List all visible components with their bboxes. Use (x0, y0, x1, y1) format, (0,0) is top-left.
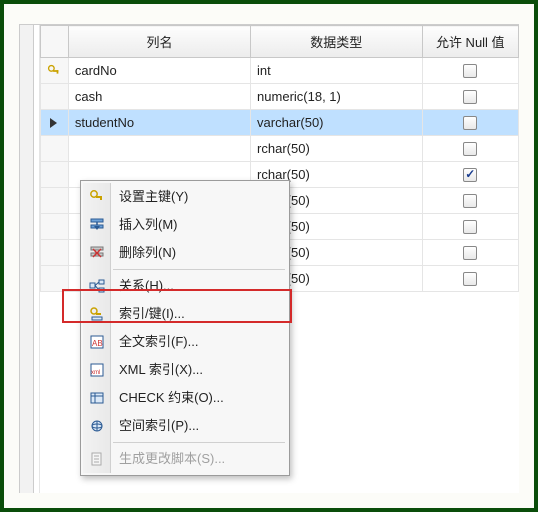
menu-item-label: 全文索引(F)... (119, 334, 198, 349)
menu-separator (113, 442, 285, 443)
window-frame: 列名 数据类型 允许 Null 值 cardNointcashnumeric(1… (0, 0, 538, 512)
menu-item-relation[interactable]: 关系(H)... (83, 272, 287, 300)
relation-icon (87, 276, 107, 296)
header-allow-null[interactable]: 允许 Null 值 (422, 26, 518, 58)
allow-null-checkbox[interactable] (463, 272, 477, 286)
cell-allow-null[interactable] (422, 136, 518, 162)
svg-text:AB: AB (92, 339, 103, 348)
cell-datatype[interactable]: varchar(50) (251, 110, 422, 136)
menu-item-insert[interactable]: 插入列(M) (83, 211, 287, 239)
fulltext-icon: AB (87, 332, 107, 352)
menu-item-delete[interactable]: 删除列(N) (83, 239, 287, 267)
menu-item-check[interactable]: CHECK 约束(O)... (83, 384, 287, 412)
delete-icon (87, 243, 107, 263)
cell-allow-null[interactable] (422, 214, 518, 240)
allow-null-checkbox[interactable] (463, 142, 477, 156)
xml-icon: xml (87, 360, 107, 380)
row-gutter[interactable] (41, 84, 69, 110)
menu-item-label: 生成更改脚本(S)... (119, 451, 225, 466)
allow-null-checkbox[interactable] (463, 90, 477, 104)
row-gutter[interactable] (41, 110, 69, 136)
allow-null-checkbox[interactable] (463, 246, 477, 260)
cell-column-name[interactable] (68, 136, 250, 162)
check-icon (87, 388, 107, 408)
row-gutter[interactable] (41, 214, 69, 240)
cell-datatype[interactable]: int (251, 58, 422, 84)
insert-icon (87, 215, 107, 235)
table-designer-panel: 列名 数据类型 允许 Null 值 cardNointcashnumeric(1… (19, 24, 519, 493)
menu-item-label: 插入列(M) (119, 217, 178, 232)
row-gutter[interactable] (41, 162, 69, 188)
cell-allow-null[interactable] (422, 266, 518, 292)
table-row[interactable]: studentNovarchar(50) (41, 110, 519, 136)
cell-column-name[interactable]: studentNo (68, 110, 250, 136)
cell-datatype[interactable]: rchar(50) (251, 136, 422, 162)
cell-allow-null[interactable] (422, 240, 518, 266)
row-pointer-icon (41, 117, 68, 129)
table-row[interactable]: cardNoint (41, 58, 519, 84)
context-menu: 设置主键(Y) 插入列(M) 删除列(N) 关系(H)... 索引/键(I)... AB 全… (80, 180, 290, 476)
menu-item-script: 生成更改脚本(S)... (83, 445, 287, 473)
menu-item-label: CHECK 约束(O)... (119, 390, 224, 405)
spatial-icon (87, 416, 107, 436)
menu-item-index[interactable]: 索引/键(I)... (83, 300, 287, 328)
header-row: 列名 数据类型 允许 Null 值 (41, 26, 519, 58)
left-strip (20, 25, 34, 493)
allow-null-checkbox[interactable] (463, 116, 477, 130)
cell-allow-null[interactable] (422, 58, 518, 84)
menu-item-label: 关系(H)... (119, 278, 174, 293)
menu-item-fulltext[interactable]: AB 全文索引(F)... (83, 328, 287, 356)
cell-column-name[interactable]: cash (68, 84, 250, 110)
menu-item-label: 空间索引(P)... (119, 418, 199, 433)
menu-item-label: XML 索引(X)... (119, 362, 203, 377)
cell-allow-null[interactable] (422, 110, 518, 136)
menu-item-xml[interactable]: xml XML 索引(X)... (83, 356, 287, 384)
header-gutter (41, 26, 69, 58)
allow-null-checkbox[interactable] (463, 220, 477, 234)
key-icon (87, 187, 107, 207)
cell-column-name[interactable]: cardNo (68, 58, 250, 84)
cell-allow-null[interactable] (422, 188, 518, 214)
row-gutter[interactable] (41, 136, 69, 162)
allow-null-checkbox[interactable] (463, 194, 477, 208)
row-gutter[interactable] (41, 240, 69, 266)
menu-item-label: 索引/键(I)... (119, 306, 185, 321)
cell-datatype[interactable]: numeric(18, 1) (251, 84, 422, 110)
menu-separator (113, 269, 285, 270)
allow-null-checkbox[interactable] (463, 168, 477, 182)
table-row[interactable]: rchar(50) (41, 136, 519, 162)
table-row[interactable]: cashnumeric(18, 1) (41, 84, 519, 110)
row-gutter[interactable] (41, 266, 69, 292)
header-column-name[interactable]: 列名 (68, 26, 250, 58)
row-gutter[interactable] (41, 188, 69, 214)
menu-item-label: 设置主键(Y) (119, 189, 188, 204)
cell-allow-null[interactable] (422, 162, 518, 188)
script-icon (87, 449, 107, 469)
allow-null-checkbox[interactable] (463, 64, 477, 78)
menu-item-spatial[interactable]: 空间索引(P)... (83, 412, 287, 440)
svg-text:xml: xml (91, 370, 100, 376)
primary-key-icon (41, 64, 68, 78)
index-icon (87, 304, 107, 324)
cell-allow-null[interactable] (422, 84, 518, 110)
row-gutter[interactable] (41, 58, 69, 84)
menu-item-label: 删除列(N) (119, 245, 176, 260)
menu-item-key[interactable]: 设置主键(Y) (83, 183, 287, 211)
header-datatype[interactable]: 数据类型 (251, 26, 422, 58)
